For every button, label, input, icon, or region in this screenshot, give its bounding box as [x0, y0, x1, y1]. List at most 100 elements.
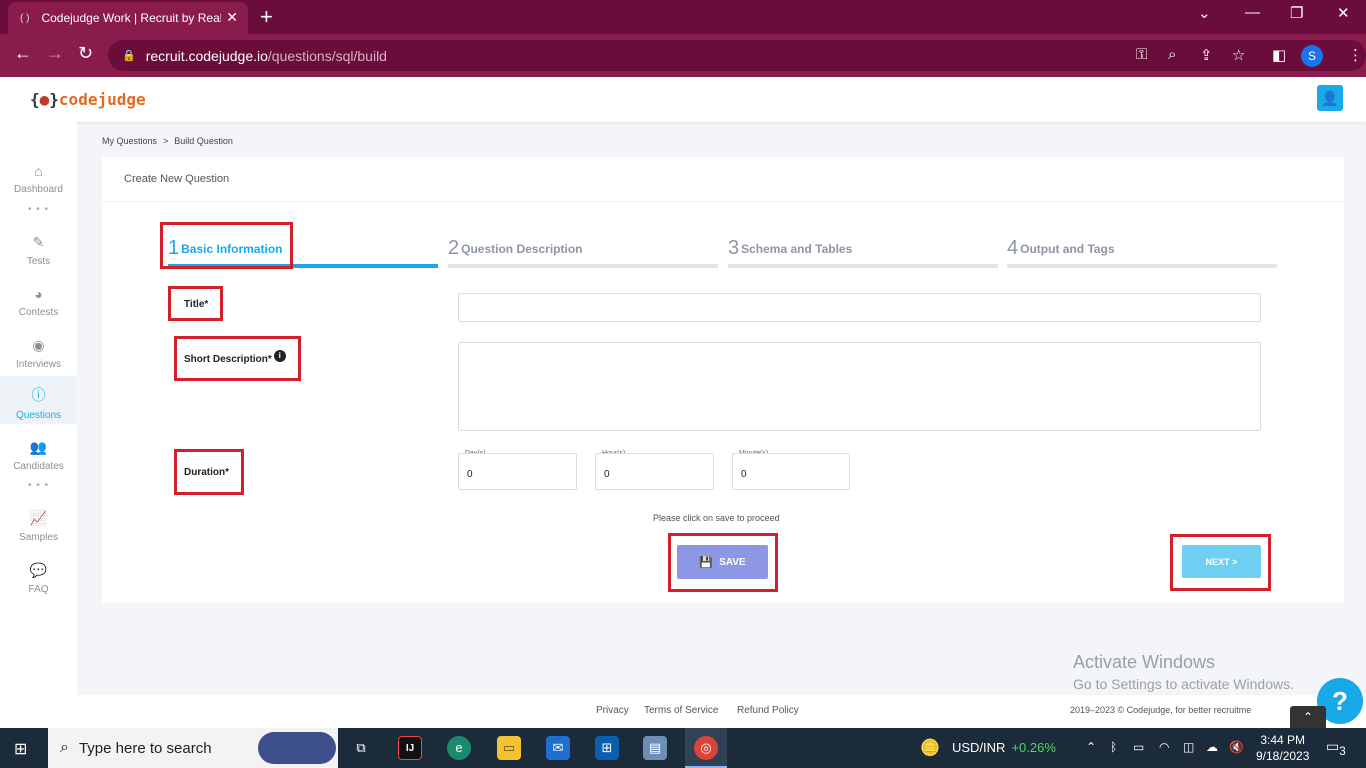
close-window-icon[interactable]: ✕	[1337, 4, 1350, 22]
page-footer: Privacy Terms of Service Refund Policy 2…	[77, 695, 1366, 728]
step-progress-bar	[1007, 264, 1277, 268]
sidebar-item-candidates[interactable]: 👥 Candidates	[0, 433, 77, 479]
profile-avatar[interactable]: S	[1301, 45, 1323, 67]
browser-tab[interactable]: ( ) Codejudge Work | Recruit by Real ✕	[8, 2, 248, 34]
highlight-save	[668, 533, 778, 592]
sidebar-divider-2: • • •	[27, 480, 50, 491]
file-explorer-icon[interactable]: ▭	[497, 736, 521, 760]
tab-title: Codejudge Work | Recruit by Real	[41, 11, 222, 25]
minimize-icon[interactable]: —	[1245, 4, 1260, 21]
volume-muted-icon[interactable]: 🔇	[1229, 740, 1244, 754]
tray-chevron-up-icon[interactable]: ⌃	[1086, 740, 1096, 754]
back-icon[interactable]: ←	[14, 43, 32, 64]
search-icon: ⌕	[60, 739, 69, 756]
days-input[interactable]: 0	[458, 453, 577, 490]
bookmark-star-icon[interactable]: ☆	[1232, 46, 1245, 64]
wifi-icon[interactable]: ◠	[1159, 740, 1169, 754]
bluetooth-icon[interactable]: ᛒ	[1110, 740, 1117, 754]
step-output-and-tags[interactable]: 4 Output and Tags	[1007, 237, 1277, 268]
save-hint: Please click on save to proceed	[653, 513, 780, 523]
activate-windows-watermark: Activate Windows Go to Settings to activ…	[1073, 652, 1294, 692]
onedrive-cloud-icon[interactable]: ☁	[1206, 740, 1218, 754]
sidebar-item-tests[interactable]: ✎ Tests	[0, 228, 77, 274]
zoom-icon[interactable]: ⌕	[1168, 46, 1176, 63]
sidebar: ⌂ Dashboard • • • ✎ Tests ◕ Contests ◉ I…	[0, 122, 77, 728]
sidebar-item-interviews[interactable]: ◉ Interviews	[0, 331, 77, 377]
users-icon: 👥	[29, 439, 48, 455]
share-icon[interactable]: ⇪	[1200, 46, 1213, 64]
system-clock[interactable]: 3:44 PM 9/18/2023	[1256, 732, 1309, 764]
forward-icon[interactable]: →	[46, 43, 64, 64]
title-input[interactable]	[458, 293, 1261, 322]
search-highlight-image	[258, 732, 336, 764]
edge-icon[interactable]: e	[447, 736, 471, 760]
privacy-link[interactable]: Privacy	[596, 705, 629, 716]
currency-ticker[interactable]: USD/INR +0.26%	[952, 740, 1056, 755]
mail-icon[interactable]: ✉	[546, 736, 570, 760]
sidebar-item-samples[interactable]: 📈 Samples	[0, 504, 77, 550]
network-app-icon[interactable]: ▤	[643, 736, 667, 760]
task-view-icon[interactable]: ⧉	[349, 736, 373, 760]
terms-link[interactable]: Terms of Service	[644, 705, 718, 716]
browser-toolbar: ← → ↻ 🔒 recruit.codejudge.io/questions/s…	[0, 34, 1366, 77]
logo-text: codejudge	[58, 90, 146, 109]
step-progress-bar	[448, 264, 718, 268]
key-icon[interactable]: ⚿	[1136, 46, 1147, 63]
question-mark-icon: ?	[1332, 686, 1348, 716]
url-path: /questions/sql/build	[267, 47, 387, 64]
scroll-to-top-button[interactable]: ⌃	[1290, 706, 1326, 728]
url-domain: recruit.codejudge.io	[145, 47, 268, 64]
breadcrumb: My Questions > Build Question	[102, 136, 239, 146]
side-panel-icon[interactable]: ◧	[1272, 46, 1286, 64]
chrome-menu-icon[interactable]: ⋮	[1348, 46, 1363, 64]
sidebar-divider: • • •	[27, 204, 50, 215]
camera-icon[interactable]: ◫	[1183, 740, 1194, 754]
chrome-icon: ◎	[694, 736, 718, 760]
store-icon[interactable]: ⊞	[595, 736, 619, 760]
highlight-next	[1170, 534, 1271, 591]
tab-favicon-icon: ( )	[20, 12, 30, 24]
notification-center-icon[interactable]: ▭3	[1326, 738, 1346, 758]
chrome-taskbar-active[interactable]: ◎	[685, 728, 727, 768]
comments-icon: 💬	[29, 562, 48, 578]
app-header: {●}codejudge 👤	[0, 77, 1366, 122]
highlight-title	[168, 286, 223, 321]
home-icon: ⌂	[34, 163, 43, 179]
pie-chart-icon: ◕	[34, 286, 43, 302]
codejudge-logo[interactable]: {●}codejudge	[30, 90, 146, 109]
refund-policy-link[interactable]: Refund Policy	[737, 705, 799, 716]
tab-close-icon[interactable]: ✕	[226, 9, 238, 26]
battery-icon[interactable]: ▭	[1133, 740, 1144, 754]
line-chart-icon: 📈	[29, 510, 48, 526]
address-bar[interactable]: 🔒 recruit.codejudge.io/questions/sql/bui…	[108, 40, 1366, 71]
short-description-textarea[interactable]	[458, 342, 1261, 431]
step-question-description[interactable]: 2 Question Description	[448, 237, 718, 268]
user-icon: 👤	[1321, 90, 1339, 106]
breadcrumb-my-questions[interactable]: My Questions	[102, 136, 157, 146]
sidebar-item-faq[interactable]: 💬 FAQ	[0, 556, 77, 602]
currency-icon: 🪙	[920, 740, 940, 757]
step-schema-and-tables[interactable]: 3 Schema and Tables	[728, 237, 998, 268]
lock-icon: 🔒	[122, 50, 136, 62]
highlight-basic-information	[160, 222, 293, 269]
intellij-icon[interactable]: IJ	[398, 736, 422, 760]
restore-icon[interactable]: ❐	[1290, 4, 1303, 22]
copyright-text: 2019–2023 © Codejudge, for better recrui…	[1070, 705, 1252, 715]
reload-icon[interactable]: ↻	[78, 43, 93, 64]
new-tab-icon[interactable]: +	[260, 4, 273, 30]
highlight-short-description	[174, 336, 301, 381]
highlight-duration	[174, 449, 244, 495]
sidebar-item-questions[interactable]: ⓘ Questions	[0, 376, 77, 424]
minutes-input[interactable]: 0	[732, 453, 850, 490]
tab-search-icon[interactable]: ⌄	[1198, 4, 1211, 22]
browser-titlebar: ( ) Codejudge Work | Recruit by Real ✕ +…	[0, 0, 1366, 34]
hours-input[interactable]: 0	[595, 453, 714, 490]
question-circle-icon: ⓘ	[31, 387, 46, 403]
chevron-up-icon: ⌃	[1302, 710, 1314, 724]
sidebar-item-dashboard[interactable]: ⌂ Dashboard	[0, 157, 77, 203]
sidebar-item-contests[interactable]: ◕ Contests	[0, 280, 77, 326]
podcast-icon: ◉	[32, 337, 45, 353]
user-menu-button[interactable]: 👤	[1317, 85, 1343, 111]
windows-start-icon[interactable]: ⊞	[14, 739, 27, 759]
breadcrumb-build-question: Build Question	[174, 136, 233, 146]
